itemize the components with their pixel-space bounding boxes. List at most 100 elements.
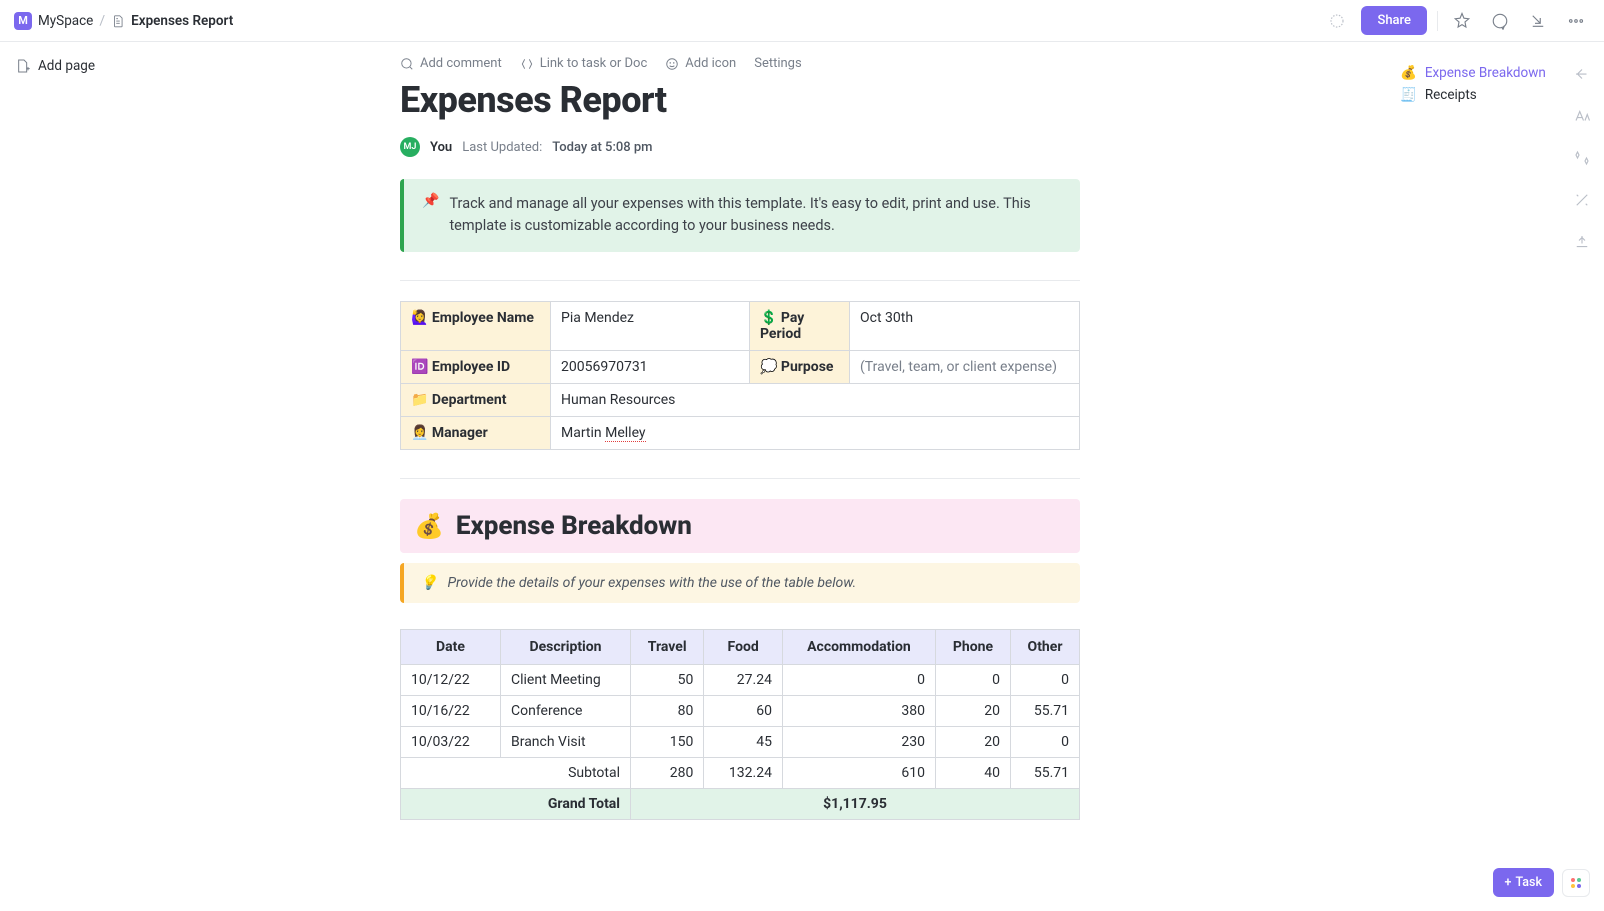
task-label: Task — [1516, 875, 1543, 890]
dollar-icon: 💲 — [760, 310, 777, 326]
expense-cell[interactable]: 45 — [704, 726, 783, 757]
expense-table[interactable]: DateDescriptionTravelFoodAccommodationPh… — [400, 629, 1080, 820]
expense-row[interactable]: 10/03/22Branch Visit15045230200 — [401, 726, 1080, 757]
expand-icon[interactable] — [1568, 60, 1596, 88]
top-actions: Share — [1323, 6, 1590, 35]
expense-header: Food — [704, 629, 783, 664]
expense-cell[interactable]: 10/16/22 — [401, 695, 501, 726]
bottom-actions: + Task — [1493, 868, 1590, 897]
expense-cell[interactable]: 230 — [782, 726, 935, 757]
add-comment-button[interactable]: Add comment — [400, 56, 502, 71]
expense-cell[interactable]: 0 — [1011, 664, 1080, 695]
expense-header: Other — [1011, 629, 1080, 664]
download-icon[interactable] — [1524, 7, 1552, 35]
expense-cell[interactable]: 150 — [631, 726, 704, 757]
plus-icon: + — [1505, 875, 1512, 890]
expense-cell[interactable]: 10/12/22 — [401, 664, 501, 695]
add-page-button[interactable]: Add page — [14, 58, 246, 74]
smile-icon — [665, 57, 679, 71]
emp-id-value[interactable]: 20056970731 — [551, 350, 750, 383]
add-icon-label: Add icon — [685, 56, 736, 71]
person-icon: 🙋‍♀️ — [411, 310, 428, 326]
typography-icon[interactable] — [1568, 102, 1596, 130]
main-content: Add comment Link to task or Doc Add icon… — [260, 42, 1384, 911]
add-comment-label: Add comment — [420, 56, 502, 71]
manager-icon: 👩‍💼 — [411, 425, 428, 441]
dept-value[interactable]: Human Resources — [551, 383, 1080, 416]
ai-icon[interactable] — [1568, 144, 1596, 172]
updated-label: Last Updated: — [462, 140, 542, 155]
subtotal-other: 55.71 — [1011, 757, 1080, 788]
settings-button[interactable]: Settings — [754, 56, 801, 71]
space-icon[interactable]: M — [14, 12, 32, 30]
divider — [1437, 11, 1438, 31]
add-page-icon — [14, 58, 30, 74]
purpose-value[interactable]: (Travel, team, or client expense) — [850, 350, 1080, 383]
grand-total-amount: $1,117.95 — [631, 788, 1080, 819]
expense-row[interactable]: 10/12/22Client Meeting5027.24000 — [401, 664, 1080, 695]
loading-icon — [1323, 7, 1351, 35]
hint-text: Provide the details of your expenses wit… — [447, 575, 856, 591]
favorite-icon[interactable] — [1448, 7, 1476, 35]
author-label: You — [430, 140, 452, 155]
pay-period-value[interactable]: Oct 30th — [850, 301, 1080, 350]
outline-receipts-label: Receipts — [1425, 87, 1477, 103]
expense-cell[interactable]: 55.71 — [1011, 695, 1080, 726]
top-bar: M MySpace / Expenses Report Share — [0, 0, 1604, 42]
breadcrumb-space[interactable]: MySpace — [38, 13, 93, 29]
more-icon[interactable] — [1562, 7, 1590, 35]
wand-icon[interactable] — [1568, 186, 1596, 214]
outline-breakdown-label: Expense Breakdown — [1425, 65, 1546, 81]
subtotal-label: Subtotal — [401, 757, 631, 788]
author-avatar[interactable]: MJ — [400, 137, 420, 157]
hint-banner[interactable]: 💡 Provide the details of your expenses w… — [400, 563, 1080, 603]
breadcrumb-doc[interactable]: Expenses Report — [131, 13, 233, 29]
expense-row[interactable]: 10/16/22Conference80603802055.71 — [401, 695, 1080, 726]
apps-button[interactable] — [1562, 869, 1590, 897]
comment-icon[interactable] — [1486, 7, 1514, 35]
doc-meta: MJ You Last Updated: Today at 5:08 pm — [400, 137, 1080, 157]
lightbulb-icon: 💡 — [420, 575, 437, 591]
expense-cell[interactable]: Client Meeting — [501, 664, 631, 695]
expense-cell[interactable]: 50 — [631, 664, 704, 695]
add-page-label: Add page — [38, 58, 95, 74]
link-task-label: Link to task or Doc — [540, 56, 648, 71]
expense-cell[interactable]: Branch Visit — [501, 726, 631, 757]
expense-cell[interactable]: Conference — [501, 695, 631, 726]
document-icon — [111, 14, 125, 28]
share-button[interactable]: Share — [1361, 6, 1427, 35]
expense-cell[interactable]: 27.24 — [704, 664, 783, 695]
outline-item-receipts[interactable]: 🧾 Receipts — [1400, 84, 1588, 106]
expense-cell[interactable]: 20 — [935, 695, 1010, 726]
comment-icon — [400, 57, 414, 71]
expense-cell[interactable]: 0 — [935, 664, 1010, 695]
breadcrumb-separator: / — [99, 13, 105, 29]
expense-header: Phone — [935, 629, 1010, 664]
expense-cell[interactable]: 60 — [704, 695, 783, 726]
outline-item-breakdown[interactable]: 💰 Expense Breakdown — [1400, 62, 1588, 84]
emp-name-label: Employee Name — [432, 310, 534, 326]
settings-label: Settings — [754, 56, 801, 71]
page-title[interactable]: Expenses Report — [400, 79, 1080, 121]
section-heading-breakdown[interactable]: 💰 Expense Breakdown — [400, 499, 1080, 553]
link-task-button[interactable]: Link to task or Doc — [520, 56, 648, 71]
thought-icon: 💭 — [760, 359, 777, 375]
moneybag-icon: 💰 — [414, 512, 444, 540]
expense-header: Date — [401, 629, 501, 664]
expense-cell[interactable]: 0 — [782, 664, 935, 695]
subtotal-food: 132.24 — [704, 757, 783, 788]
folder-icon: 📁 — [411, 392, 428, 408]
mgr-value[interactable]: Martin Melley — [551, 416, 1080, 449]
add-icon-button[interactable]: Add icon — [665, 56, 736, 71]
expense-cell[interactable]: 20 — [935, 726, 1010, 757]
employee-info-table[interactable]: 🙋‍♀️ Employee Name Pia Mendez 💲 Pay Peri… — [400, 301, 1080, 450]
new-task-button[interactable]: + Task — [1493, 868, 1554, 897]
expense-cell[interactable]: 10/03/22 — [401, 726, 501, 757]
export-icon[interactable] — [1568, 228, 1596, 256]
doc-toolbar: Add comment Link to task or Doc Add icon… — [400, 56, 1080, 71]
intro-banner[interactable]: 📌 Track and manage all your expenses wit… — [400, 179, 1080, 252]
emp-name-value[interactable]: Pia Mendez — [551, 301, 750, 350]
expense-cell[interactable]: 80 — [631, 695, 704, 726]
expense-cell[interactable]: 380 — [782, 695, 935, 726]
expense-cell[interactable]: 0 — [1011, 726, 1080, 757]
